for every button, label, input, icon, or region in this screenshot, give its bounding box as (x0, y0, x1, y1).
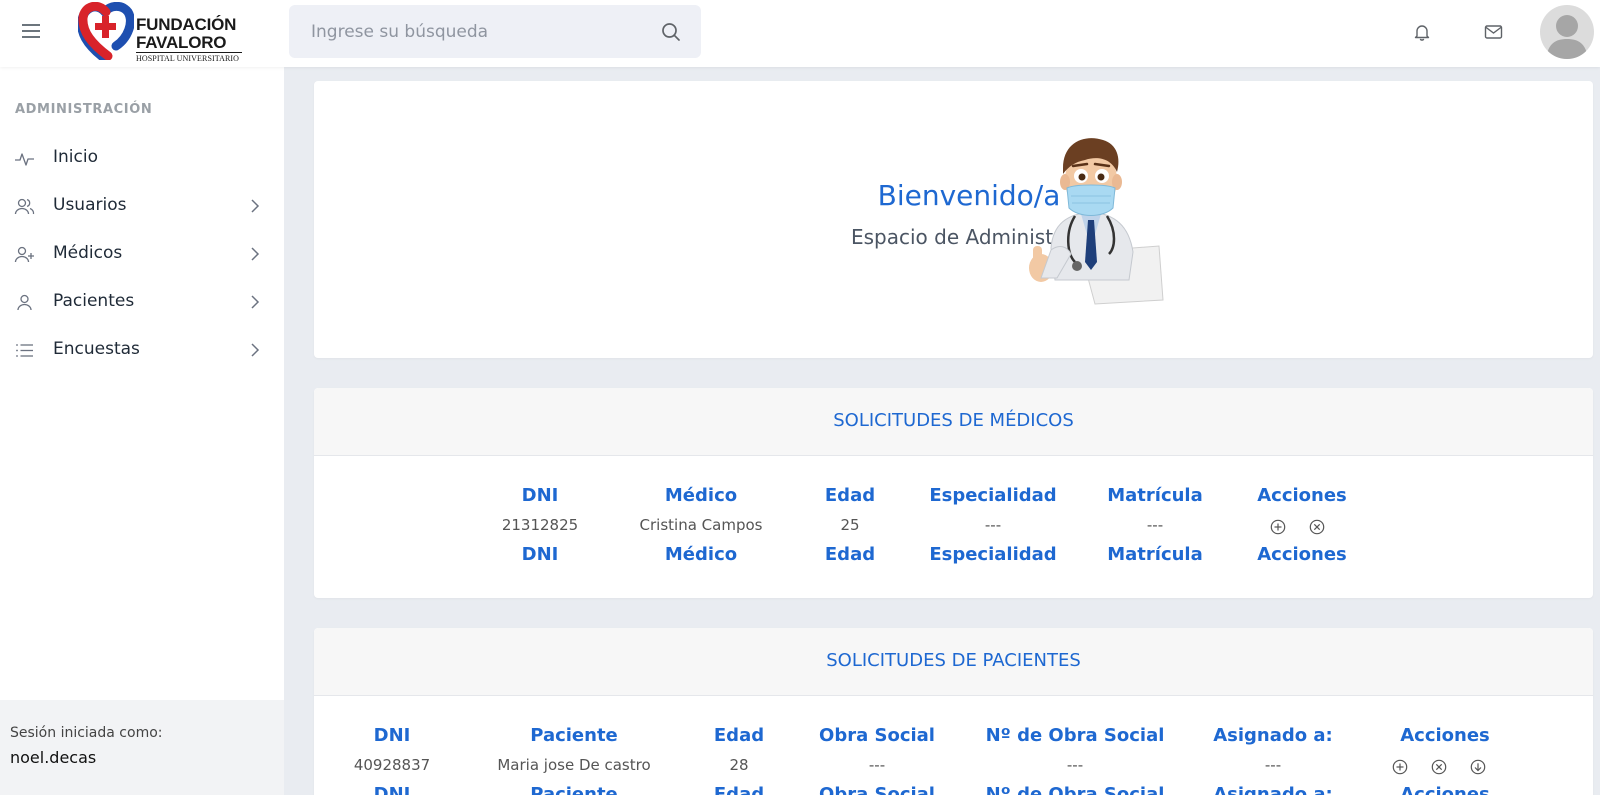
medicos-requests-header: SOLICITUDES DE MÉDICOS (314, 388, 1593, 456)
welcome-card: Bienvenido/a Espacio de Administración (314, 81, 1593, 358)
sidebar-item-label: Pacientes (53, 291, 135, 311)
search-input[interactable] (289, 5, 649, 58)
mail-icon[interactable] (1484, 23, 1503, 41)
column-header: Acciones (1257, 485, 1347, 506)
column-header: Matrícula (1107, 485, 1203, 506)
download-circle-icon[interactable] (1470, 759, 1486, 775)
user-icon (17, 294, 32, 311)
sidebar-item-medicos[interactable]: Médicos (0, 232, 284, 276)
logo-line-hospital: HOSPITAL UNIVERSITARIO (136, 54, 240, 63)
add-circle-icon[interactable] (1270, 519, 1286, 535)
column-footer: Obra Social (819, 784, 935, 795)
sidebar-item-usuarios[interactable]: Usuarios (0, 184, 284, 228)
cell-dni: 21312825 (501, 516, 579, 534)
column-header: Edad (713, 725, 765, 746)
cell-dni: 40928837 (353, 756, 431, 774)
pacientes-requests-header: SOLICITUDES DE PACIENTES (314, 628, 1593, 696)
cell-edad: 28 (729, 756, 749, 774)
cell-obra-social: --- (868, 756, 886, 774)
logo-text: FUNDACIÓN FAVALORO HOSPITAL UNIVERSITARI… (136, 16, 242, 63)
pacientes-requests-title: SOLICITUDES DE PACIENTES (826, 650, 1081, 671)
cell-asignado: --- (1264, 756, 1282, 774)
avatar-silhouette-icon (1546, 15, 1588, 59)
medicos-requests-card: SOLICITUDES DE MÉDICOS DNI Médico Edad E… (314, 388, 1593, 598)
chevron-right-icon (251, 247, 260, 261)
cell-matricula: --- (1146, 516, 1164, 534)
column-header: Médico (664, 485, 738, 506)
cell-edad: 25 (840, 516, 860, 534)
user-plus-icon (14, 246, 34, 263)
activity-icon (15, 153, 34, 166)
session-info: Sesión iniciada como: noel.decas (0, 700, 284, 795)
bell-icon[interactable] (1413, 23, 1431, 41)
list-icon (16, 344, 33, 357)
cell-medico: Cristina Campos (639, 516, 763, 534)
column-header: Paciente (530, 725, 618, 746)
sidebar-item-encuestas[interactable]: Encuestas (0, 328, 284, 372)
column-header: DNI (373, 725, 411, 746)
chevron-right-icon (251, 295, 260, 309)
chevron-right-icon (251, 199, 260, 213)
column-header: Especialidad (929, 485, 1057, 506)
top-navbar: FUNDACIÓN FAVALORO HOSPITAL UNIVERSITARI… (0, 0, 1600, 67)
sidebar: ADMINISTRACIÓN Inicio Usuarios Médicos P… (0, 67, 284, 795)
column-header: Acciones (1400, 725, 1490, 746)
column-header: Obra Social (819, 725, 935, 746)
sidebar-item-inicio[interactable]: Inicio (0, 136, 284, 180)
search-bar (289, 5, 701, 58)
user-avatar-icon[interactable] (1540, 5, 1594, 59)
column-header: Asignado a: (1213, 725, 1333, 746)
column-footer: Acciones (1257, 544, 1347, 565)
column-header: Nº de Obra Social (985, 725, 1165, 746)
sidebar-item-pacientes[interactable]: Pacientes (0, 280, 284, 324)
menu-icon[interactable] (22, 24, 40, 40)
column-footer: Especialidad (929, 544, 1057, 565)
favaloro-heart-logo-icon (77, 1, 135, 63)
column-footer: DNI (373, 784, 411, 795)
column-footer: Nº de Obra Social (985, 784, 1165, 795)
cancel-circle-icon[interactable] (1431, 759, 1447, 775)
column-footer: Paciente (530, 784, 618, 795)
doctor-illustration (1029, 138, 1164, 305)
column-header: DNI (521, 485, 559, 506)
cell-paciente: Maria jose De castro (497, 756, 651, 774)
sidebar-item-label: Inicio (53, 147, 98, 167)
add-circle-icon[interactable] (1392, 759, 1408, 775)
pacientes-requests-card: SOLICITUDES DE PACIENTES DNI Paciente Ed… (314, 628, 1593, 795)
logo-line-fundacion: FUNDACIÓN (136, 15, 237, 34)
column-header: Edad (824, 485, 876, 506)
sidebar-item-label: Encuestas (53, 339, 140, 359)
cell-numero-obra-social: --- (1066, 756, 1084, 774)
column-footer: Asignado a: (1213, 784, 1333, 795)
session-label: Sesión iniciada como: (10, 725, 163, 741)
sidebar-heading: ADMINISTRACIÓN (15, 102, 153, 117)
sidebar-item-label: Usuarios (53, 195, 127, 215)
column-footer: Edad (824, 544, 876, 565)
session-username: noel.decas (10, 748, 97, 767)
logo-line-favaloro: FAVALORO (136, 34, 242, 53)
medicos-requests-title: SOLICITUDES DE MÉDICOS (833, 410, 1074, 431)
chevron-right-icon (251, 343, 260, 357)
column-footer: Médico (664, 544, 738, 565)
search-icon[interactable] (661, 22, 681, 42)
column-footer: Matrícula (1107, 544, 1203, 565)
fundacion-favaloro-logo[interactable]: FUNDACIÓN FAVALORO HOSPITAL UNIVERSITARI… (77, 1, 248, 63)
users-icon (14, 198, 35, 215)
cell-especialidad: --- (984, 516, 1002, 534)
cancel-circle-icon[interactable] (1309, 519, 1325, 535)
column-footer: Acciones (1400, 784, 1490, 795)
sidebar-item-label: Médicos (53, 243, 123, 263)
column-footer: Edad (713, 784, 765, 795)
column-footer: DNI (521, 544, 559, 565)
